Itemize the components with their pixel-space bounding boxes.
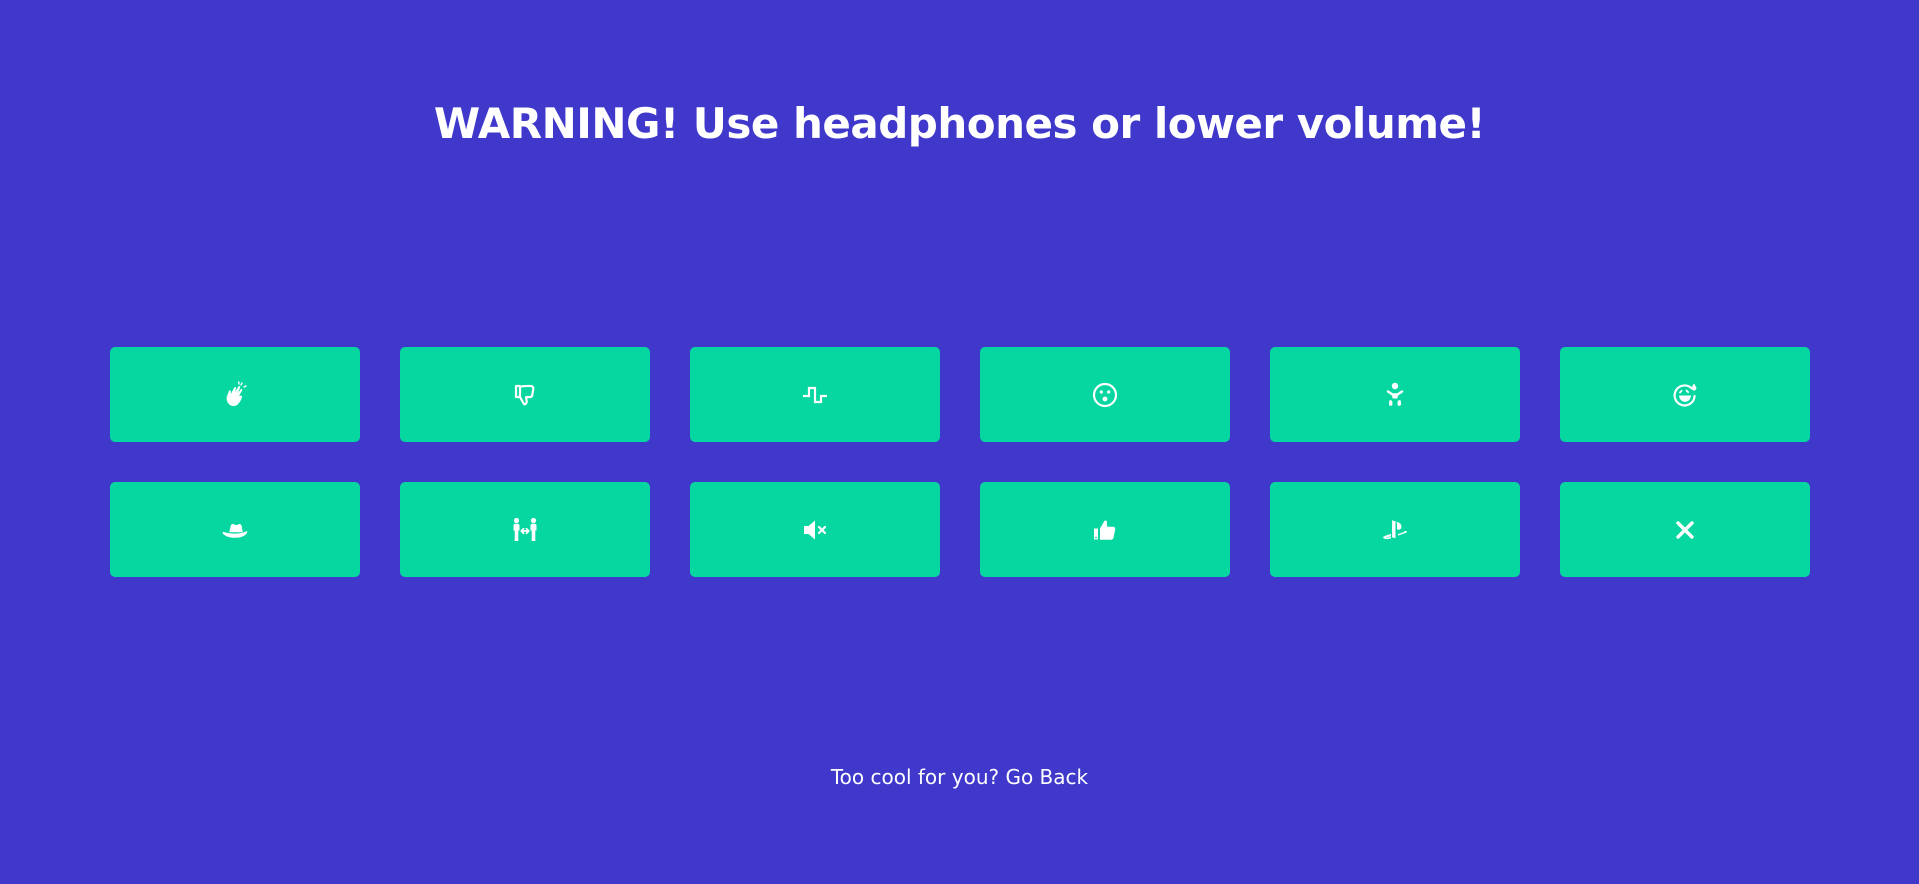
- thumbs-down-icon: [514, 384, 535, 405]
- square-wave-icon: [803, 386, 827, 403]
- sound-button-baby[interactable]: [1270, 347, 1520, 442]
- crying-laughing-face-icon: [1673, 383, 1697, 407]
- footer-prompt-text: Too cool for you?: [830, 765, 1006, 789]
- sound-button-square-wave[interactable]: [690, 347, 940, 442]
- sound-button-grid: [110, 347, 1810, 577]
- close-x-icon: [1676, 520, 1694, 539]
- sound-button-crying-laughing[interactable]: [1560, 347, 1810, 442]
- volume-mute-icon: [804, 520, 827, 539]
- sound-button-surprised[interactable]: [980, 347, 1230, 442]
- sound-button-thumbs-down[interactable]: [400, 347, 650, 442]
- footer: Too cool for you? Go Back: [0, 762, 1919, 792]
- sound-button-playstation[interactable]: [1270, 482, 1520, 577]
- sound-button-close[interactable]: [1560, 482, 1810, 577]
- people-arrows-icon: [513, 517, 537, 541]
- sound-button-mute[interactable]: [690, 482, 940, 577]
- thumbs-up-icon: [1094, 519, 1116, 540]
- hands-clapping-icon: [226, 380, 247, 406]
- sound-button-cowboy-hat[interactable]: [110, 482, 360, 577]
- go-back-link[interactable]: Go Back: [1005, 765, 1088, 789]
- sound-button-people-arrows[interactable]: [400, 482, 650, 577]
- cowboy-hat-icon: [222, 523, 248, 538]
- surprised-face-icon: [1092, 382, 1118, 407]
- page-title: WARNING! Use headphones or lower volume!: [433, 99, 1486, 148]
- sound-button-thumbs-up[interactable]: [980, 482, 1230, 577]
- baby-icon: [1386, 382, 1404, 406]
- playstation-icon: [1383, 519, 1407, 539]
- sound-button-clapping[interactable]: [110, 347, 360, 442]
